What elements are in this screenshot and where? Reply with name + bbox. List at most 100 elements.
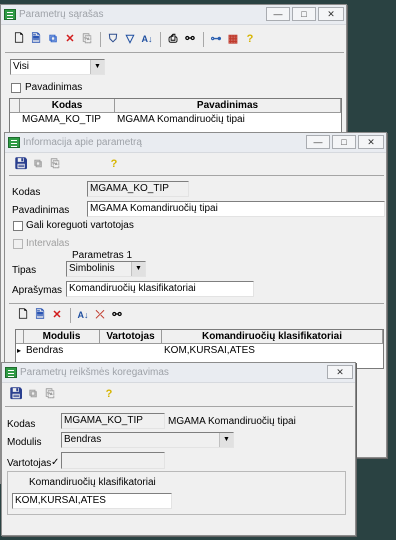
vartotojas-label: Vartotojas — [7, 458, 52, 469]
app-icon — [8, 137, 20, 148]
modulis-label: Modulis — [7, 437, 42, 448]
chevron-down-icon: ▼ — [90, 60, 104, 74]
gali-koreguoti-label: Gali koreguoti vartotojas — [26, 220, 134, 231]
save-icon[interactable]: 💾︎ — [8, 386, 24, 402]
minimize-button[interactable]: — — [306, 135, 330, 149]
help-icon[interactable]: ? — [106, 156, 122, 172]
toolbar-separator — [203, 31, 204, 47]
filter-select[interactable]: Visi ▼ — [10, 59, 105, 75]
grid-icon[interactable]: ▦ — [225, 31, 241, 47]
print-icon[interactable]: ⎙ — [165, 31, 181, 47]
row-pointer-icon: ▸ — [17, 346, 22, 355]
binoculars-icon[interactable]: ⚯ — [109, 307, 125, 323]
title-bar: Informacija apie parametrą — □ ✕ — [5, 133, 386, 153]
toolbar-divider — [5, 52, 344, 53]
window-title: Parametrų sąrašas — [19, 9, 104, 20]
vartotojas-field[interactable] — [61, 452, 165, 469]
help-icon[interactable]: ? — [242, 31, 258, 47]
window-title: Informacija apie parametrą — [23, 137, 142, 148]
column-header-kodas[interactable]: Kodas — [20, 99, 115, 113]
toolbar-separator — [160, 31, 161, 47]
vartotojas-checkmark: ✓ — [51, 457, 60, 468]
edit-multi-icon[interactable]: ⧉ — [30, 156, 46, 172]
parametras-caption: Parametras 1 — [72, 250, 133, 261]
maximize-button[interactable]: □ — [332, 135, 356, 149]
copy-icon[interactable]: ⎘ — [47, 156, 63, 172]
copy-icon[interactable]: ⎘ — [79, 31, 95, 47]
values-group-label: Komandiruočių klasifikatoriai — [29, 477, 156, 488]
intervalas-label: Intervalas — [26, 238, 70, 249]
filter-icon[interactable]: ▽ — [122, 31, 138, 47]
kodas-field[interactable]: MGAMA_KO_TIP — [87, 181, 189, 197]
kodas-field[interactable]: MGAMA_KO_TIP — [61, 413, 165, 429]
chevron-down-icon: ▼ — [131, 262, 145, 276]
new-doc-icon[interactable]: 🗋 — [11, 31, 27, 47]
cell-klasifikatoriai: KOM,KURSAI,ATES — [164, 345, 255, 356]
cell-kodas: MGAMA_KO_TIP — [22, 114, 101, 125]
cell-vartotojas — [100, 344, 162, 357]
close-button[interactable]: ✕ — [318, 7, 344, 21]
values-group: Komandiruočių klasifikatoriai KOM,KURSAI… — [7, 471, 346, 515]
toolbar: 🗋 🗎 ⧉ ✕ ⎘ ⛉ ▽ A↓ ⎙ ⚯ ⊶ ▦ ? — [11, 30, 259, 48]
toolbar-separator — [70, 307, 71, 323]
sort-az-icon[interactable]: A↓ — [75, 307, 91, 323]
section-divider — [9, 303, 384, 304]
maximize-button[interactable]: □ — [292, 7, 316, 21]
app-icon — [5, 367, 17, 378]
toolbar: 💾︎ ⧉ ⎘ ? — [8, 385, 118, 403]
column-header-vartotojas[interactable]: Vartotojas — [100, 330, 162, 344]
intervalas-checkbox[interactable] — [13, 239, 23, 249]
toolbar: 💾︎ ⧉ ⎘ ? — [13, 155, 123, 173]
column-header-klasifikatoriai[interactable]: Komandiruočių klasifikatoriai — [162, 330, 383, 344]
pavadinimas-checkbox[interactable] — [11, 83, 21, 93]
close-button[interactable]: ✕ — [327, 365, 353, 379]
filter-value: Visi — [13, 61, 29, 72]
window-title: Parametrų reikšmės koregavimas — [20, 367, 169, 378]
tipas-label: Tipas — [12, 265, 37, 276]
pavadinimas-checkbox-label: Pavadinimas — [25, 82, 83, 93]
kodas-label: Kodas — [7, 419, 36, 430]
aprasymas-field[interactable]: Komandiruočių klasifikatoriai — [66, 281, 254, 297]
edit-doc-icon[interactable]: 🗎 — [32, 307, 48, 323]
delete-icon[interactable]: ✕ — [49, 307, 65, 323]
help-icon[interactable]: ? — [101, 386, 117, 402]
chevron-down-icon: ▼ — [219, 433, 233, 447]
copy-icon[interactable]: ⎘ — [42, 386, 58, 402]
toolbar-divider — [5, 406, 353, 407]
cell-modulis: Bendras — [26, 345, 64, 356]
edit-doc-icon[interactable]: 🗎 — [28, 31, 44, 47]
sort-az-icon[interactable]: A↓ — [139, 31, 155, 47]
aprasymas-label: Aprašymas — [12, 285, 63, 296]
values-toolbar: 🗋 🗎 ✕ A↓ ⤫ ⚯ — [15, 306, 126, 324]
new-doc-icon[interactable]: 🗋 — [15, 307, 31, 323]
row-indicator-header — [16, 330, 24, 344]
edit-multi-icon[interactable]: ⧉ — [25, 386, 41, 402]
values-field[interactable]: KOM,KURSAI,ATES — [12, 493, 172, 509]
modulis-value: Bendras — [64, 434, 102, 445]
clear-filter-icon[interactable]: ⤫ — [92, 307, 108, 323]
tipas-value: Simbolinis — [69, 263, 115, 274]
toolbar-separator — [100, 31, 101, 47]
close-button[interactable]: ✕ — [358, 135, 384, 149]
save-icon[interactable]: 💾︎ — [13, 156, 29, 172]
binoculars-icon[interactable]: ⚯ — [182, 31, 198, 47]
modulis-select[interactable]: Bendras ▼ — [61, 432, 234, 448]
edit-multi-icon[interactable]: ⧉ — [45, 31, 61, 47]
toolbar-divider — [9, 175, 384, 176]
kodas-label: Kodas — [12, 187, 41, 198]
pavadinimas-label: Pavadinimas — [12, 205, 70, 216]
title-bar: Parametrų reikšmės koregavimas ✕ — [2, 363, 355, 383]
column-header-pavadinimas[interactable]: Pavadinimas — [115, 99, 341, 113]
title-bar: Parametrų sąrašas — □ ✕ — [1, 5, 346, 25]
row-indicator-header — [10, 99, 20, 113]
delete-icon[interactable]: ✕ — [62, 31, 78, 47]
tree-icon[interactable]: ⊶ — [208, 31, 224, 47]
find-filter-icon[interactable]: ⛉ — [105, 31, 121, 47]
column-header-modulis[interactable]: Modulis — [24, 330, 100, 344]
tipas-select[interactable]: Simbolinis ▼ — [66, 261, 146, 277]
pavadinimas-field[interactable]: MGAMA Komandiruočių tipai — [87, 201, 385, 217]
desktop: { "win1": { "title": "Parametrų sąrašas"… — [0, 0, 396, 540]
gali-koreguoti-checkbox[interactable] — [13, 221, 23, 231]
minimize-button[interactable]: — — [266, 7, 290, 21]
param-value-edit-window: Parametrų reikšmės koregavimas ✕ 💾︎ ⧉ ⎘ … — [1, 362, 356, 536]
